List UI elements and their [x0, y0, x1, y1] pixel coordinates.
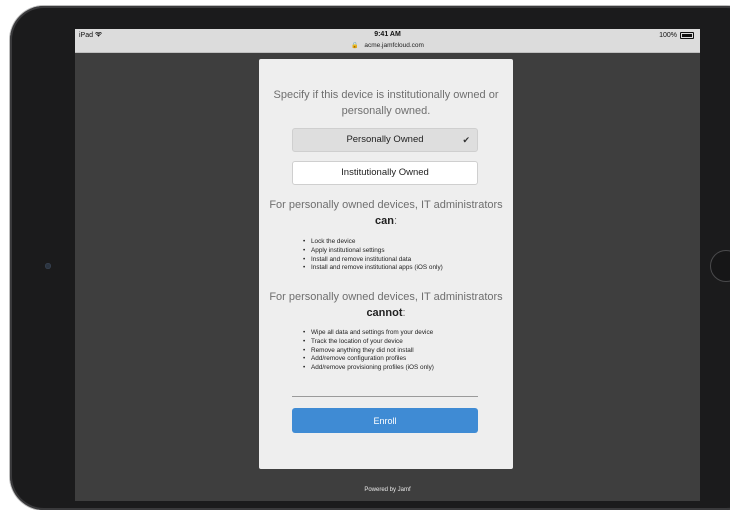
divider: [292, 396, 478, 397]
can-heading: For personally owned devices, IT adminis…: [269, 199, 503, 227]
can-emphasis: can: [374, 215, 394, 227]
cannot-list: Wipe all data and settings from your dev…: [303, 329, 434, 373]
list-item: Track the location of your device: [303, 338, 434, 347]
cannot-emphasis: cannot: [366, 307, 403, 319]
status-bar: iPad 9:41 AM 100%: [75, 29, 700, 42]
option-label: Personally Owned: [346, 134, 424, 145]
home-button[interactable]: [710, 250, 730, 282]
option-label: Institutionally Owned: [341, 167, 429, 178]
list-item: Wipe all data and settings from your dev…: [303, 329, 434, 338]
personally-owned-option[interactable]: Personally Owned ✔: [292, 128, 478, 152]
powered-by-footer: Powered by Jamf: [364, 487, 411, 493]
enrollment-card: Specify if this device is institutionall…: [259, 59, 513, 469]
lock-icon: 🔒: [351, 43, 359, 49]
front-camera: [45, 263, 51, 269]
list-item: Remove anything they did not install: [303, 347, 434, 356]
address-bar[interactable]: 🔒 acme.jamfcloud.com: [75, 42, 700, 53]
ownership-prompt: Specify if this device is institutionall…: [273, 89, 499, 117]
list-item: Lock the device: [303, 238, 443, 247]
battery-icon: [680, 32, 694, 39]
status-right: 100%: [659, 32, 694, 39]
enroll-button[interactable]: Enroll: [292, 408, 478, 433]
url-text: acme.jamfcloud.com: [364, 42, 424, 49]
list-item: Add/remove provisioning profiles (iOS on…: [303, 364, 434, 373]
screen: iPad 9:41 AM 100% 🔒 acme.jamfcloud.com S…: [75, 29, 700, 501]
battery-percent: 100%: [659, 32, 677, 39]
institutionally-owned-option[interactable]: Institutionally Owned: [292, 161, 478, 185]
status-time: 9:41 AM: [374, 31, 401, 38]
list-item: Add/remove configuration profiles: [303, 355, 434, 364]
cannot-heading: For personally owned devices, IT adminis…: [269, 291, 503, 319]
can-list: Lock the device Apply institutional sett…: [303, 238, 443, 273]
list-item: Install and remove institutional data: [303, 256, 443, 265]
ipad-frame: iPad 9:41 AM 100% 🔒 acme.jamfcloud.com S…: [10, 6, 730, 510]
list-item: Apply institutional settings: [303, 247, 443, 256]
checkmark-icon: ✔: [462, 135, 470, 145]
list-item: Install and remove institutional apps (i…: [303, 264, 443, 273]
